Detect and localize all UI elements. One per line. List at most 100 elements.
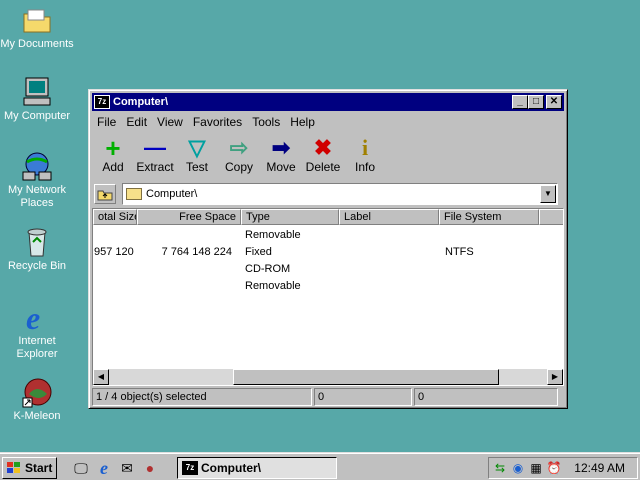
menu-edit[interactable]: Edit (121, 115, 152, 129)
desktop-icon-k-meleon[interactable]: K-Meleon (0, 376, 75, 423)
title-bar[interactable]: 7z Computer\ _ □ ✕ (92, 93, 564, 111)
scheduler-tray-icon[interactable]: ⏰ (546, 460, 562, 476)
folder-icon (126, 188, 142, 200)
k-meleon-icon (21, 376, 53, 408)
delete-button[interactable]: ✖ Delete (302, 134, 344, 176)
desktop-icon-my-computer[interactable]: My Computer (0, 76, 75, 123)
start-label: Start (25, 461, 53, 475)
menu-bar: File Edit View Favorites Tools Help (92, 113, 564, 131)
info-icon: i (361, 135, 369, 160)
network-icon (21, 150, 53, 182)
7zip-app-icon: 7z (94, 95, 110, 109)
cell-total-size: 957 120 (94, 246, 134, 258)
outlook-express-icon[interactable]: ✉ (118, 459, 136, 477)
minus-icon: — (144, 135, 166, 160)
7zip-app-icon: 7z (182, 461, 198, 475)
info-button[interactable]: i Info (344, 134, 386, 176)
maximize-button[interactable]: □ (528, 95, 544, 109)
chevron-down-icon: ▼ (544, 189, 552, 198)
menu-help[interactable]: Help (285, 115, 320, 129)
list-item[interactable]: 957 120 7 764 148 224 Fixed NTFS (93, 244, 563, 261)
up-folder-button[interactable] (94, 184, 116, 204)
status-selection: 1 / 4 object(s) selected (92, 388, 312, 406)
list-item[interactable]: Removable (93, 227, 563, 244)
arrow-left-icon: ◀ (97, 372, 105, 381)
system-tray: ⇆ ◉ ▦ ⏰ 12:49 AM (488, 457, 638, 479)
taskbar-button-label: Computer\ (201, 461, 261, 475)
taskbar: Start 🖵 e ✉ ● 7z Computer\ ⇆ ◉ ▦ ⏰ 12:49… (0, 452, 640, 480)
computer-icon (21, 76, 53, 108)
internet-explorer-quicklaunch-icon[interactable]: e (95, 459, 113, 477)
cell-file-system: NTFS (445, 246, 474, 258)
taskbar-button-computer[interactable]: 7z Computer\ (177, 457, 337, 479)
minimize-button[interactable]: _ (512, 95, 528, 109)
display-tray-icon[interactable]: ▦ (528, 460, 544, 476)
arrow-right-icon: ▶ (551, 372, 559, 381)
test-button[interactable]: ▽ Test (176, 134, 218, 176)
horizontal-scrollbar[interactable]: ◀ ▶ (93, 369, 563, 385)
k-meleon-quicklaunch-icon[interactable]: ● (141, 459, 159, 477)
copy-arrow-icon: ⇨ (229, 135, 249, 160)
file-list[interactable]: otal Size Free Space Type Label File Sys… (92, 208, 564, 386)
cell-type: Removable (245, 229, 301, 241)
status-bar: 1 / 4 object(s) selected 0 0 (92, 388, 564, 406)
list-item[interactable]: Removable (93, 278, 563, 295)
list-item[interactable]: CD-ROM (93, 261, 563, 278)
move-button[interactable]: ➡ Move (260, 134, 302, 176)
globe-tray-icon[interactable]: ◉ (510, 460, 526, 476)
column-file-system[interactable]: File System (439, 209, 539, 225)
svg-text:e: e (26, 301, 40, 333)
cell-free-space: 7 764 148 224 (161, 246, 232, 258)
scroll-right-button[interactable]: ▶ (547, 369, 563, 385)
address-dropdown-button[interactable]: ▼ (540, 185, 556, 203)
column-extra[interactable] (539, 209, 563, 225)
column-free-space[interactable]: Free Space (137, 209, 241, 225)
quick-launch: 🖵 e ✉ ● (72, 459, 164, 477)
cell-type: Removable (245, 280, 301, 292)
internet-explorer-icon: e (21, 300, 53, 336)
delete-x-icon: ✖ (313, 135, 333, 160)
clock[interactable]: 12:49 AM (574, 461, 625, 475)
up-folder-icon (97, 190, 113, 201)
scroll-thumb[interactable] (233, 369, 499, 385)
scroll-left-button[interactable]: ◀ (93, 369, 109, 385)
add-button[interactable]: + Add (92, 134, 134, 176)
network-tray-icon[interactable]: ⇆ (492, 460, 508, 476)
desktop-icon-internet-explorer[interactable]: e Internet Explorer (0, 300, 75, 361)
toolbar: + Add — Extract ▽ Test ⇨ Copy ➡ Move ✖ D… (92, 134, 564, 176)
folder-icon (21, 4, 53, 36)
show-desktop-icon[interactable]: 🖵 (72, 459, 90, 477)
address-combobox[interactable]: Computer\ ▼ (122, 183, 558, 205)
desktop-icon-my-network-places[interactable]: My Network Places (0, 150, 75, 210)
minimize-icon: _ (517, 96, 523, 107)
recycle-bin-icon (21, 226, 53, 258)
desktop-icon-recycle-bin[interactable]: Recycle Bin (0, 226, 75, 273)
menu-favorites[interactable]: Favorites (188, 115, 247, 129)
move-arrow-icon: ➡ (271, 135, 291, 160)
copy-button[interactable]: ⇨ Copy (218, 134, 260, 176)
check-arrow-icon: ▽ (188, 135, 206, 160)
desktop-icon-my-documents[interactable]: My Documents (0, 4, 75, 51)
column-type[interactable]: Type (241, 209, 339, 225)
extract-button[interactable]: — Extract (134, 134, 176, 176)
close-icon: ✕ (549, 96, 559, 107)
status-packed-size: 0 (414, 388, 558, 406)
list-header: otal Size Free Space Type Label File Sys… (93, 209, 563, 225)
start-button[interactable]: Start (2, 457, 57, 479)
windows-logo-icon (6, 461, 22, 475)
cell-type: Fixed (245, 246, 272, 258)
column-total-size[interactable]: otal Size (93, 209, 137, 225)
menu-tools[interactable]: Tools (247, 115, 285, 129)
plus-icon: + (105, 133, 121, 163)
column-label[interactable]: Label (339, 209, 439, 225)
menu-file[interactable]: File (92, 115, 121, 129)
list-rows: Removable 957 120 7 764 148 224 Fixed NT… (93, 225, 563, 295)
menu-view[interactable]: View (152, 115, 188, 129)
cell-type: CD-ROM (245, 263, 291, 275)
address-value: Computer\ (146, 188, 198, 200)
window-title: Computer\ (113, 96, 168, 108)
address-row: Computer\ ▼ (92, 182, 564, 206)
close-button[interactable]: ✕ (546, 95, 562, 109)
status-size: 0 (314, 388, 412, 406)
maximize-icon: □ (532, 96, 540, 107)
